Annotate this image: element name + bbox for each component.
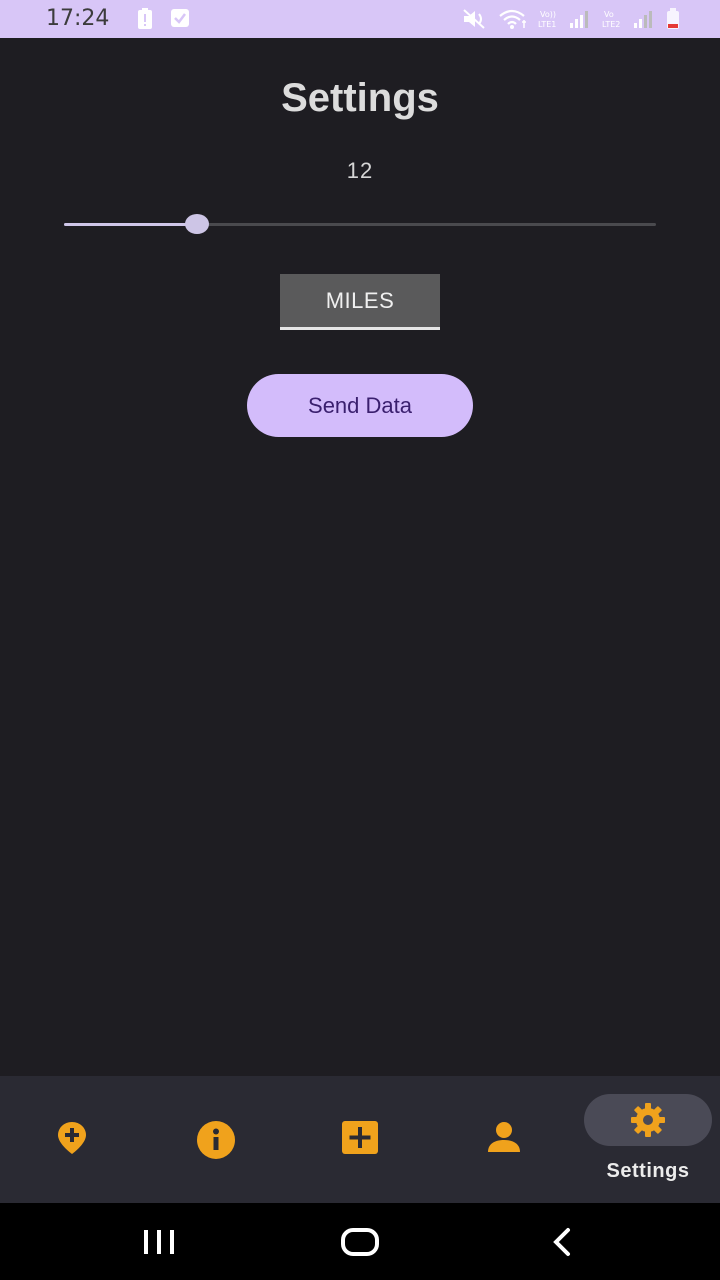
svg-text:Vo: Vo — [604, 10, 614, 19]
system-navigation-bar — [0, 1203, 720, 1280]
distance-slider[interactable] — [64, 214, 656, 234]
alert-battery-icon — [136, 8, 154, 35]
person-icon — [486, 1120, 522, 1159]
volte2-signal-icon: Vo LTE2 — [602, 8, 656, 35]
nav-item-profile[interactable] — [432, 1076, 576, 1203]
svg-text:Vo)): Vo)) — [540, 10, 556, 19]
nav-item-info[interactable] — [144, 1076, 288, 1203]
recent-apps-icon[interactable] — [140, 1227, 178, 1262]
info-icon — [196, 1120, 236, 1165]
status-bar: 17:24 Vo)) LTE1 Vo LTE2 — [0, 0, 720, 38]
nav-label-settings: Settings — [606, 1160, 690, 1182]
volte1-signal-icon: Vo)) LTE1 — [538, 8, 592, 35]
slider-value-label: 12 — [346, 158, 374, 183]
add-box-icon — [341, 1120, 379, 1161]
slider-active-track — [64, 223, 198, 226]
nav-item-add[interactable] — [288, 1076, 432, 1203]
mute-icon — [462, 8, 488, 35]
home-icon[interactable] — [340, 1227, 380, 1262]
wifi-icon — [498, 8, 528, 35]
bottom-navigation-bar: Settings — [0, 1076, 720, 1203]
send-data-button[interactable]: Send Data — [247, 374, 473, 437]
battery-low-icon — [666, 8, 680, 35]
add-location-icon — [56, 1120, 88, 1161]
unit-toggle-button[interactable]: MILES — [280, 274, 440, 330]
settings-screen: Settings 12 MILES Send Data — [0, 38, 720, 1076]
svg-text:LTE1: LTE1 — [538, 20, 556, 29]
svg-text:LTE2: LTE2 — [602, 20, 620, 29]
nav-item-add-location[interactable] — [0, 1076, 144, 1203]
check-box-icon — [170, 8, 190, 35]
gear-icon — [628, 1100, 668, 1145]
nav-item-settings[interactable] — [584, 1094, 712, 1146]
slider-thumb[interactable] — [185, 214, 210, 234]
page-title: Settings — [281, 76, 439, 120]
status-time: 17:24 — [46, 6, 110, 31]
back-icon[interactable] — [548, 1227, 576, 1262]
